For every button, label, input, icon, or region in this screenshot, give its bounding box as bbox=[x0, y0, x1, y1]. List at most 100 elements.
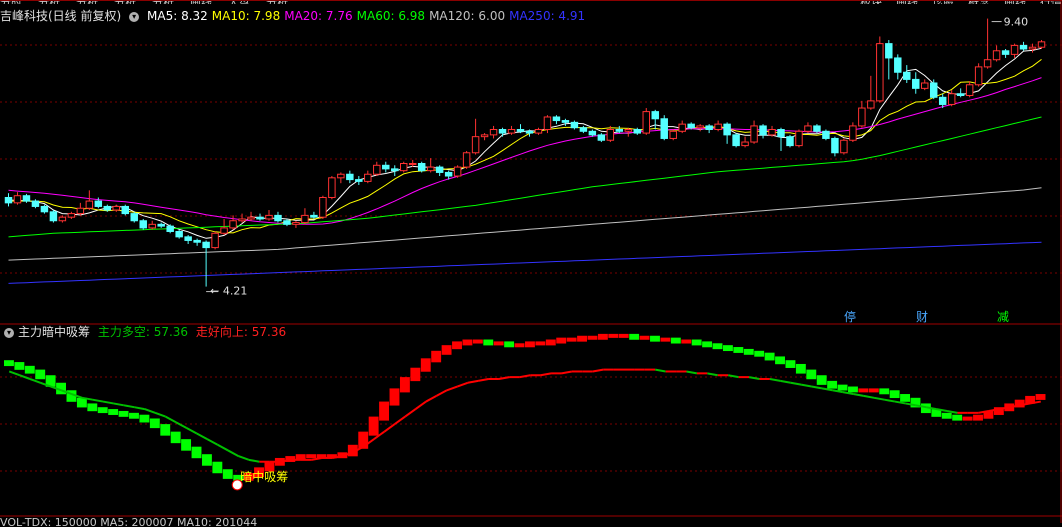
indicator-bar bbox=[493, 341, 504, 346]
indicator-line-segment bbox=[842, 391, 854, 396]
indicator-bar bbox=[712, 343, 723, 350]
dropdown-icon[interactable]: ▾ bbox=[4, 327, 14, 338]
candle-body bbox=[938, 96, 947, 105]
candle-body bbox=[534, 129, 543, 134]
indicator-bar bbox=[639, 335, 650, 340]
indicator-line-segment bbox=[29, 378, 41, 384]
chart-canvas: 9.40 ← 4.21 停 财 减暗中吸筹 bbox=[0, 0, 1062, 523]
signal-label: 暗中吸筹 bbox=[240, 469, 288, 484]
indicator-bar bbox=[566, 337, 577, 342]
indicator-bar bbox=[441, 345, 452, 355]
candle-body bbox=[660, 118, 668, 139]
candle-body bbox=[768, 129, 776, 136]
indicator-bar bbox=[629, 333, 640, 340]
indicator-bar bbox=[597, 333, 608, 340]
event-marker-2: 减 bbox=[997, 310, 1009, 324]
indicator-line-segment bbox=[206, 438, 219, 446]
candle-body bbox=[813, 125, 821, 132]
indicator-line-segment bbox=[404, 408, 417, 418]
candle-body bbox=[76, 207, 85, 215]
indicator-bar bbox=[399, 377, 410, 393]
indicator-bar bbox=[660, 337, 671, 342]
indicator-line-segment bbox=[873, 396, 885, 401]
indicator-line-segment bbox=[884, 398, 896, 403]
dropdown-icon[interactable]: ▾ bbox=[129, 11, 140, 22]
indicator-line-segment bbox=[800, 383, 812, 388]
indicator-line-segment bbox=[456, 381, 469, 388]
candle-body bbox=[453, 166, 462, 177]
candle-body bbox=[588, 130, 597, 136]
candle-body bbox=[328, 177, 336, 198]
indicator-bar bbox=[514, 343, 525, 348]
indicator-bar bbox=[900, 394, 911, 402]
candle-body bbox=[885, 43, 893, 59]
frame-top bbox=[0, 0, 1062, 1]
candle-body bbox=[570, 121, 579, 129]
indicator-line-segment bbox=[477, 378, 489, 382]
candle-body bbox=[489, 129, 498, 136]
indicator-bar bbox=[87, 403, 98, 412]
candle-body bbox=[822, 130, 830, 139]
indicator-bar bbox=[212, 461, 223, 474]
indicator-line-segment bbox=[780, 379, 791, 384]
indicator-line-segment bbox=[154, 411, 166, 418]
indicator-bar bbox=[795, 363, 806, 374]
candle-body bbox=[346, 173, 354, 181]
indicator-bar bbox=[587, 335, 598, 340]
candle-body bbox=[804, 125, 812, 132]
candle-body bbox=[399, 163, 408, 172]
candle-body bbox=[1037, 41, 1046, 48]
candle-body bbox=[202, 241, 210, 249]
indicator-line-segment bbox=[561, 370, 573, 375]
indicator-bar bbox=[681, 339, 692, 344]
indicator-bar bbox=[952, 414, 963, 421]
indicator-line-segment bbox=[165, 415, 177, 424]
ma-line-ma10 bbox=[8, 59, 1042, 234]
candle-body bbox=[426, 166, 435, 172]
candle-body bbox=[858, 107, 866, 127]
indicator-line-segment bbox=[196, 432, 208, 441]
candle-body bbox=[265, 214, 273, 220]
indicator-line-segment bbox=[686, 370, 698, 375]
indicator-line-segment bbox=[592, 368, 604, 373]
indicator-bar bbox=[483, 339, 494, 346]
indicator-bar bbox=[525, 341, 535, 348]
indicator-line2-value: 走好向上: 57.36 bbox=[195, 325, 287, 339]
candle-body bbox=[283, 220, 291, 225]
candle-body bbox=[103, 205, 112, 211]
indicator-line-segment bbox=[446, 385, 458, 392]
indicator-line-segment bbox=[248, 458, 260, 463]
indicator-bar bbox=[858, 388, 869, 393]
candle-body bbox=[211, 232, 219, 249]
indicator-bar bbox=[837, 384, 848, 391]
indicator-bar bbox=[754, 350, 765, 357]
indicator-bar bbox=[222, 469, 233, 479]
candle-body bbox=[759, 125, 767, 136]
candle-body bbox=[840, 139, 848, 154]
indicator-bar bbox=[4, 360, 14, 367]
candle-body bbox=[795, 130, 803, 147]
candle-body bbox=[319, 196, 327, 218]
high-price-label: 9.40 bbox=[1004, 16, 1029, 29]
indicator-bar bbox=[368, 416, 379, 436]
candle-body bbox=[58, 216, 67, 222]
candle-body bbox=[579, 127, 588, 132]
indicator-bar bbox=[775, 356, 785, 365]
candle-body bbox=[337, 173, 345, 179]
candle-body bbox=[184, 236, 192, 241]
indicator-bar bbox=[879, 388, 890, 395]
candle-body bbox=[831, 137, 839, 154]
indicator-bar bbox=[472, 339, 483, 344]
indicator-line-segment bbox=[435, 389, 448, 397]
candle-body bbox=[139, 220, 147, 229]
candle-body bbox=[597, 134, 606, 141]
indicator-bar bbox=[618, 333, 629, 338]
candle-body bbox=[13, 195, 22, 204]
indicator-bar bbox=[973, 414, 983, 421]
candle-body bbox=[696, 125, 704, 129]
candle-body bbox=[750, 125, 758, 143]
candle-body bbox=[651, 111, 659, 120]
indicator-line-segment bbox=[863, 394, 875, 399]
candle-body bbox=[965, 84, 974, 97]
candle-body bbox=[175, 230, 183, 238]
